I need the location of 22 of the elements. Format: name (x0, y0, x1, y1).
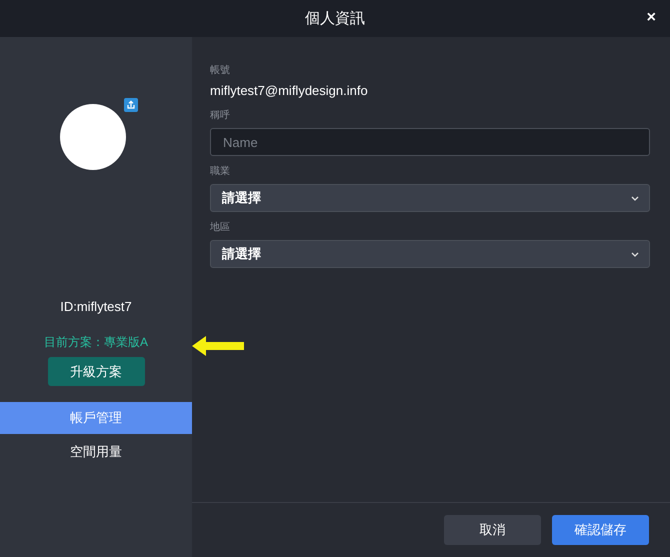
field-label: 稱呼 (210, 108, 231, 122)
nav-item[interactable]: 空間用量 (0, 436, 192, 468)
dropdown[interactable]: 請選擇 (210, 184, 650, 212)
account-email: miflytest7@miflydesign.info (210, 83, 369, 98)
chevron-down-icon (631, 196, 639, 200)
upgrade-button[interactable]: 升級方案 (48, 357, 144, 386)
field-label: 地區 (210, 220, 231, 234)
window-title: 個人資訊 (305, 9, 365, 28)
close-button[interactable]: × (646, 10, 656, 26)
cancel-button[interactable]: 取消 (444, 515, 541, 545)
dropdown-value: 請選擇 (222, 189, 261, 207)
current-plan: 目前方案：專業版A (44, 334, 148, 351)
field-label: 職業 (210, 164, 231, 178)
chevron-down-icon (631, 252, 639, 256)
dropdown[interactable]: 請選擇 (210, 240, 650, 268)
name-field[interactable]: Name (210, 128, 650, 156)
arrow-icon (192, 336, 244, 356)
upload-icon[interactable] (124, 98, 138, 112)
dropdown-value: 請選擇 (222, 245, 261, 263)
save-button[interactable]: 確認儲存 (552, 515, 649, 545)
field-label: 帳號 (210, 64, 231, 77)
user-id: ID:miflytest7 (60, 299, 132, 314)
